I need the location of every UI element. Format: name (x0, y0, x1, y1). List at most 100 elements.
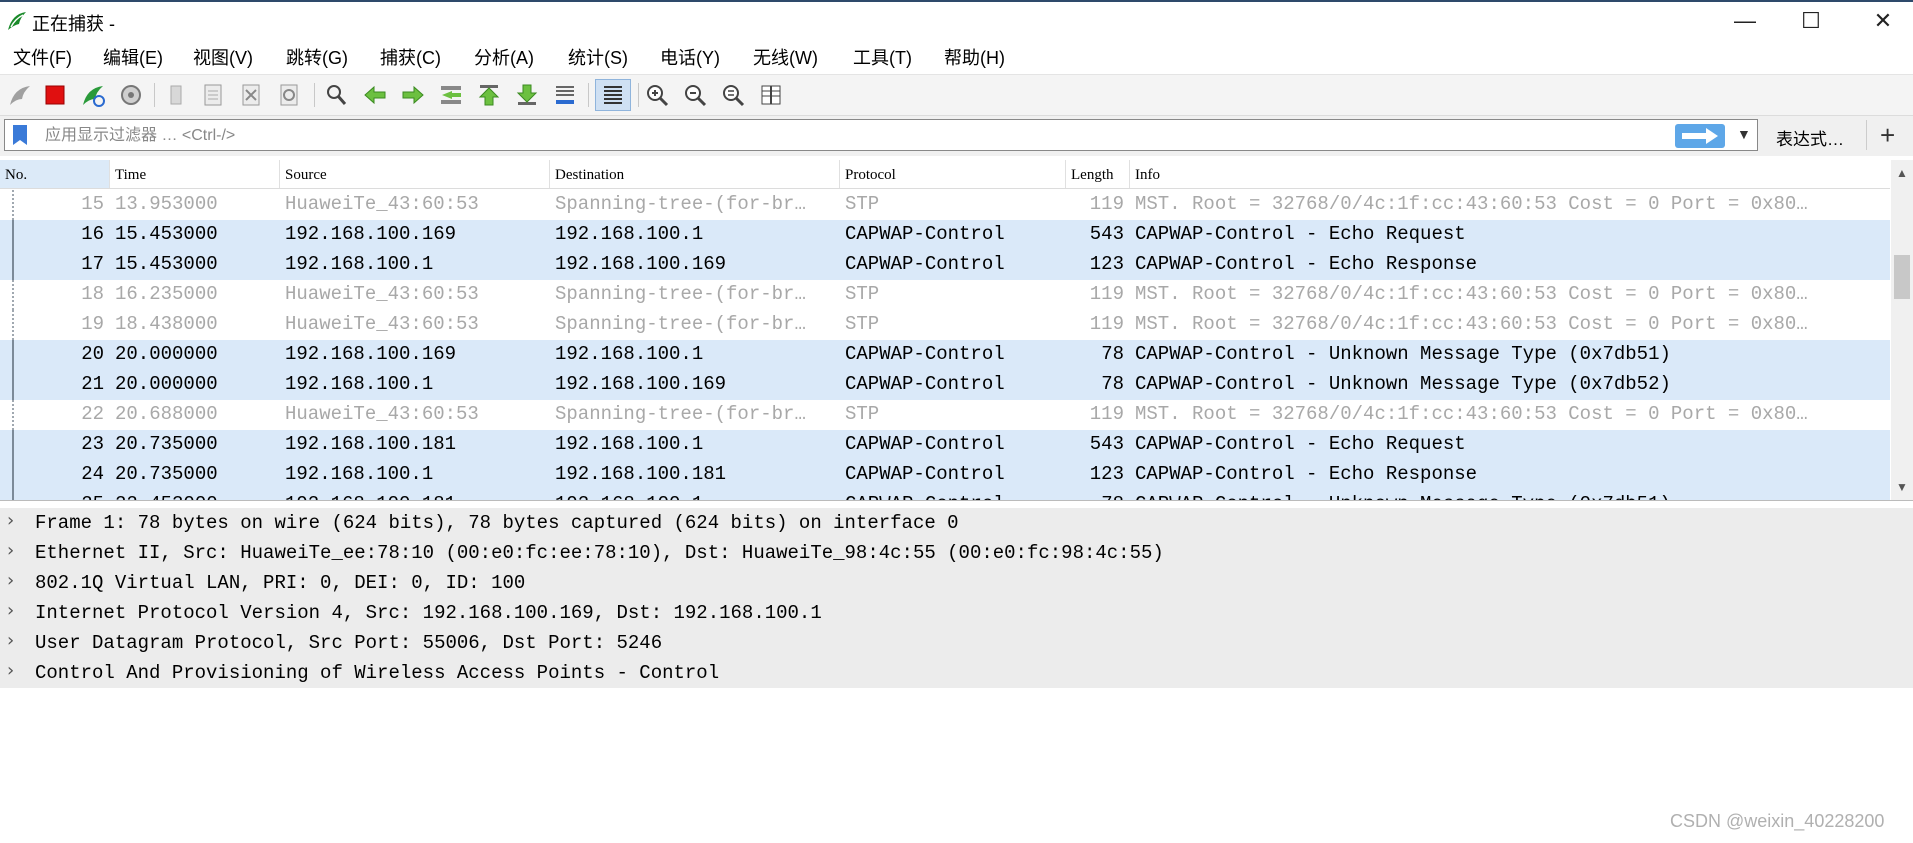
close-button[interactable]: ✕ (1860, 6, 1906, 36)
expression-button[interactable]: 表达式… (1776, 125, 1844, 150)
table-row[interactable]: 24 20.735000 192.168.100.1 192.168.100.181 C… (0, 460, 1890, 490)
detail-row[interactable]: › Internet Protocol Version 4, Src: 192.… (0, 598, 1913, 628)
menu-analyze[interactable]: 分析(A) (474, 44, 534, 70)
table-row[interactable]: 22 20.688000 HuaweiTe_43:60:53 Spanning-tre… (0, 400, 1890, 430)
table-row[interactable]: 21 20.000000 192.168.100.1 192.168.100.169 C… (0, 370, 1890, 400)
table-row[interactable]: 23 20.735000 192.168.100.181 192.168.100.1 C… (0, 430, 1890, 460)
scroll-up-icon[interactable]: ▲ (1896, 166, 1908, 180)
add-filter-button[interactable]: + (1880, 120, 1895, 151)
cell-protocol: CAPWAP-Control (845, 343, 1005, 365)
open-file-icon[interactable] (163, 82, 189, 108)
cell-length: 78 (1101, 343, 1124, 365)
cell-info: MST. Root = 32768/0/4c:1f:cc:43:60:53 Co… (1135, 193, 1808, 215)
cell-protocol: CAPWAP-Control (845, 253, 1005, 275)
detail-text: Ethernet II, Src: HuaweiTe_ee:78:10 (00:… (35, 542, 1164, 564)
detail-row[interactable]: › Ethernet II, Src: HuaweiTe_ee:78:10 (0… (0, 538, 1913, 568)
column-length[interactable]: Length (1066, 160, 1130, 188)
cell-info: CAPWAP-Control - Unknown Message Type (0… (1135, 493, 1887, 500)
cell-source: HuaweiTe_43:60:53 (285, 403, 479, 425)
go-forward-icon[interactable] (400, 82, 426, 108)
expand-arrow-icon[interactable]: › (7, 510, 14, 531)
maximize-button[interactable]: ☐ (1788, 6, 1834, 36)
autoscroll-icon[interactable] (552, 82, 578, 108)
bookmark-icon[interactable] (7, 123, 33, 147)
expand-arrow-icon[interactable]: › (7, 600, 14, 621)
reload-file-icon[interactable] (276, 82, 302, 108)
colorize-icon[interactable] (595, 79, 631, 111)
table-row[interactable]: 17 15.453000 192.168.100.1 192.168.100.169 C… (0, 250, 1890, 280)
menu-statistics[interactable]: 统计(S) (568, 44, 628, 70)
table-row[interactable]: 15 13.953000 HuaweiTe_43:60:53 Spanning-tre… (0, 190, 1890, 220)
expand-arrow-icon[interactable]: › (7, 540, 14, 561)
close-icon: ✕ (1873, 8, 1893, 33)
column-protocol[interactable]: Protocol (840, 160, 1066, 188)
expand-arrow-icon[interactable]: › (7, 630, 14, 651)
cell-no: 23 (81, 433, 104, 455)
resize-columns-icon[interactable] (758, 82, 784, 108)
zoom-out-icon[interactable] (682, 82, 708, 108)
column-destination[interactable]: Destination (550, 160, 840, 188)
watermark: CSDN @weixin_40228200 (1670, 811, 1885, 831)
menu-edit[interactable]: 编辑(E) (103, 44, 163, 70)
column-info[interactable]: Info (1130, 160, 1890, 188)
cell-destination: 192.168.100.1 (555, 433, 704, 455)
menu-go[interactable]: 跳转(G) (286, 44, 348, 70)
stop-capture-icon[interactable] (42, 82, 68, 108)
table-row[interactable]: 18 16.235000 HuaweiTe_43:60:53 Spanning-tre… (0, 280, 1890, 310)
detail-row[interactable]: › User Datagram Protocol, Src Port: 5500… (0, 628, 1913, 658)
menu-telephony[interactable]: 电话(Y) (660, 44, 720, 70)
apply-filter-button[interactable] (1675, 124, 1725, 148)
cell-destination: 192.168.100.169 (555, 373, 727, 395)
packet-list-scrollbar[interactable]: ▲ ▼ (1891, 160, 1913, 500)
column-no[interactable]: No. (0, 160, 110, 188)
menu-wireless[interactable]: 无线(W) (753, 44, 818, 70)
restart-capture-icon[interactable] (80, 82, 106, 108)
menu-tools[interactable]: 工具(T) (853, 44, 912, 70)
table-row[interactable]: 16 15.453000 192.168.100.169 192.168.100.1 C… (0, 220, 1890, 250)
cell-info: CAPWAP-Control - Unknown Message Type (0… (1135, 343, 1671, 365)
menu-help[interactable]: 帮助(H) (944, 44, 1005, 70)
cell-length: 78 (1066, 493, 1124, 500)
cell-destination: 192.168.100.1 (555, 223, 704, 245)
go-to-packet-icon[interactable] (438, 82, 464, 108)
capture-options-icon[interactable] (118, 82, 144, 108)
detail-row[interactable]: › Control And Provisioning of Wireless A… (0, 658, 1913, 688)
menu-view[interactable]: 视图(V) (193, 44, 253, 70)
scroll-down-icon[interactable]: ▼ (1896, 480, 1908, 494)
menu-file[interactable]: 文件(F) (13, 44, 72, 70)
menu-capture[interactable]: 捕获(C) (380, 44, 441, 70)
cell-destination: Spanning-tree-(for-br… (555, 403, 806, 425)
window-title: 正在捕获 - (32, 14, 115, 34)
display-filter-input[interactable] (43, 122, 1667, 150)
find-packet-icon[interactable] (323, 82, 349, 108)
scrollbar-thumb[interactable] (1894, 255, 1910, 299)
column-time[interactable]: Time (110, 160, 280, 188)
last-packet-icon[interactable] (514, 82, 540, 108)
save-file-icon[interactable] (200, 82, 226, 108)
cell-destination: 192.168.100.1 (555, 343, 704, 365)
shark-fin-start-icon[interactable] (7, 82, 33, 108)
expand-arrow-icon[interactable]: › (7, 660, 14, 681)
table-row[interactable]: 25 22.453000 192.168.100.181 192.168.100.1 C… (0, 490, 1890, 500)
cell-protocol: STP (845, 403, 880, 425)
minimize-button[interactable]: — (1722, 6, 1768, 36)
minimize-icon: — (1734, 8, 1756, 33)
chevron-down-icon[interactable]: ▼ (1737, 126, 1751, 142)
column-source[interactable]: Source (280, 160, 550, 188)
cell-no: 25 (0, 493, 104, 500)
table-row[interactable]: 20 20.000000 192.168.100.169 192.168.100.1 C… (0, 340, 1890, 370)
cell-length: 543 (1089, 433, 1124, 455)
first-packet-icon[interactable] (476, 82, 502, 108)
cell-destination: Spanning-tree-(for-br… (555, 313, 806, 335)
packet-list: No. Time Source Destination Protocol Len… (0, 160, 1913, 501)
cell-source: HuaweiTe_43:60:53 (285, 283, 479, 305)
zoom-in-icon[interactable] (644, 82, 670, 108)
go-back-icon[interactable] (362, 82, 388, 108)
expand-arrow-icon[interactable]: › (7, 570, 14, 591)
cell-time: 13.953000 (115, 193, 218, 215)
detail-row[interactable]: › 802.1Q Virtual LAN, PRI: 0, DEI: 0, ID… (0, 568, 1913, 598)
detail-row[interactable]: › Frame 1: 78 bytes on wire (624 bits), … (0, 508, 1913, 538)
normal-size-icon[interactable] (720, 82, 746, 108)
table-row[interactable]: 19 18.438000 HuaweiTe_43:60:53 Spanning-tre… (0, 310, 1890, 340)
close-file-icon[interactable] (238, 82, 264, 108)
